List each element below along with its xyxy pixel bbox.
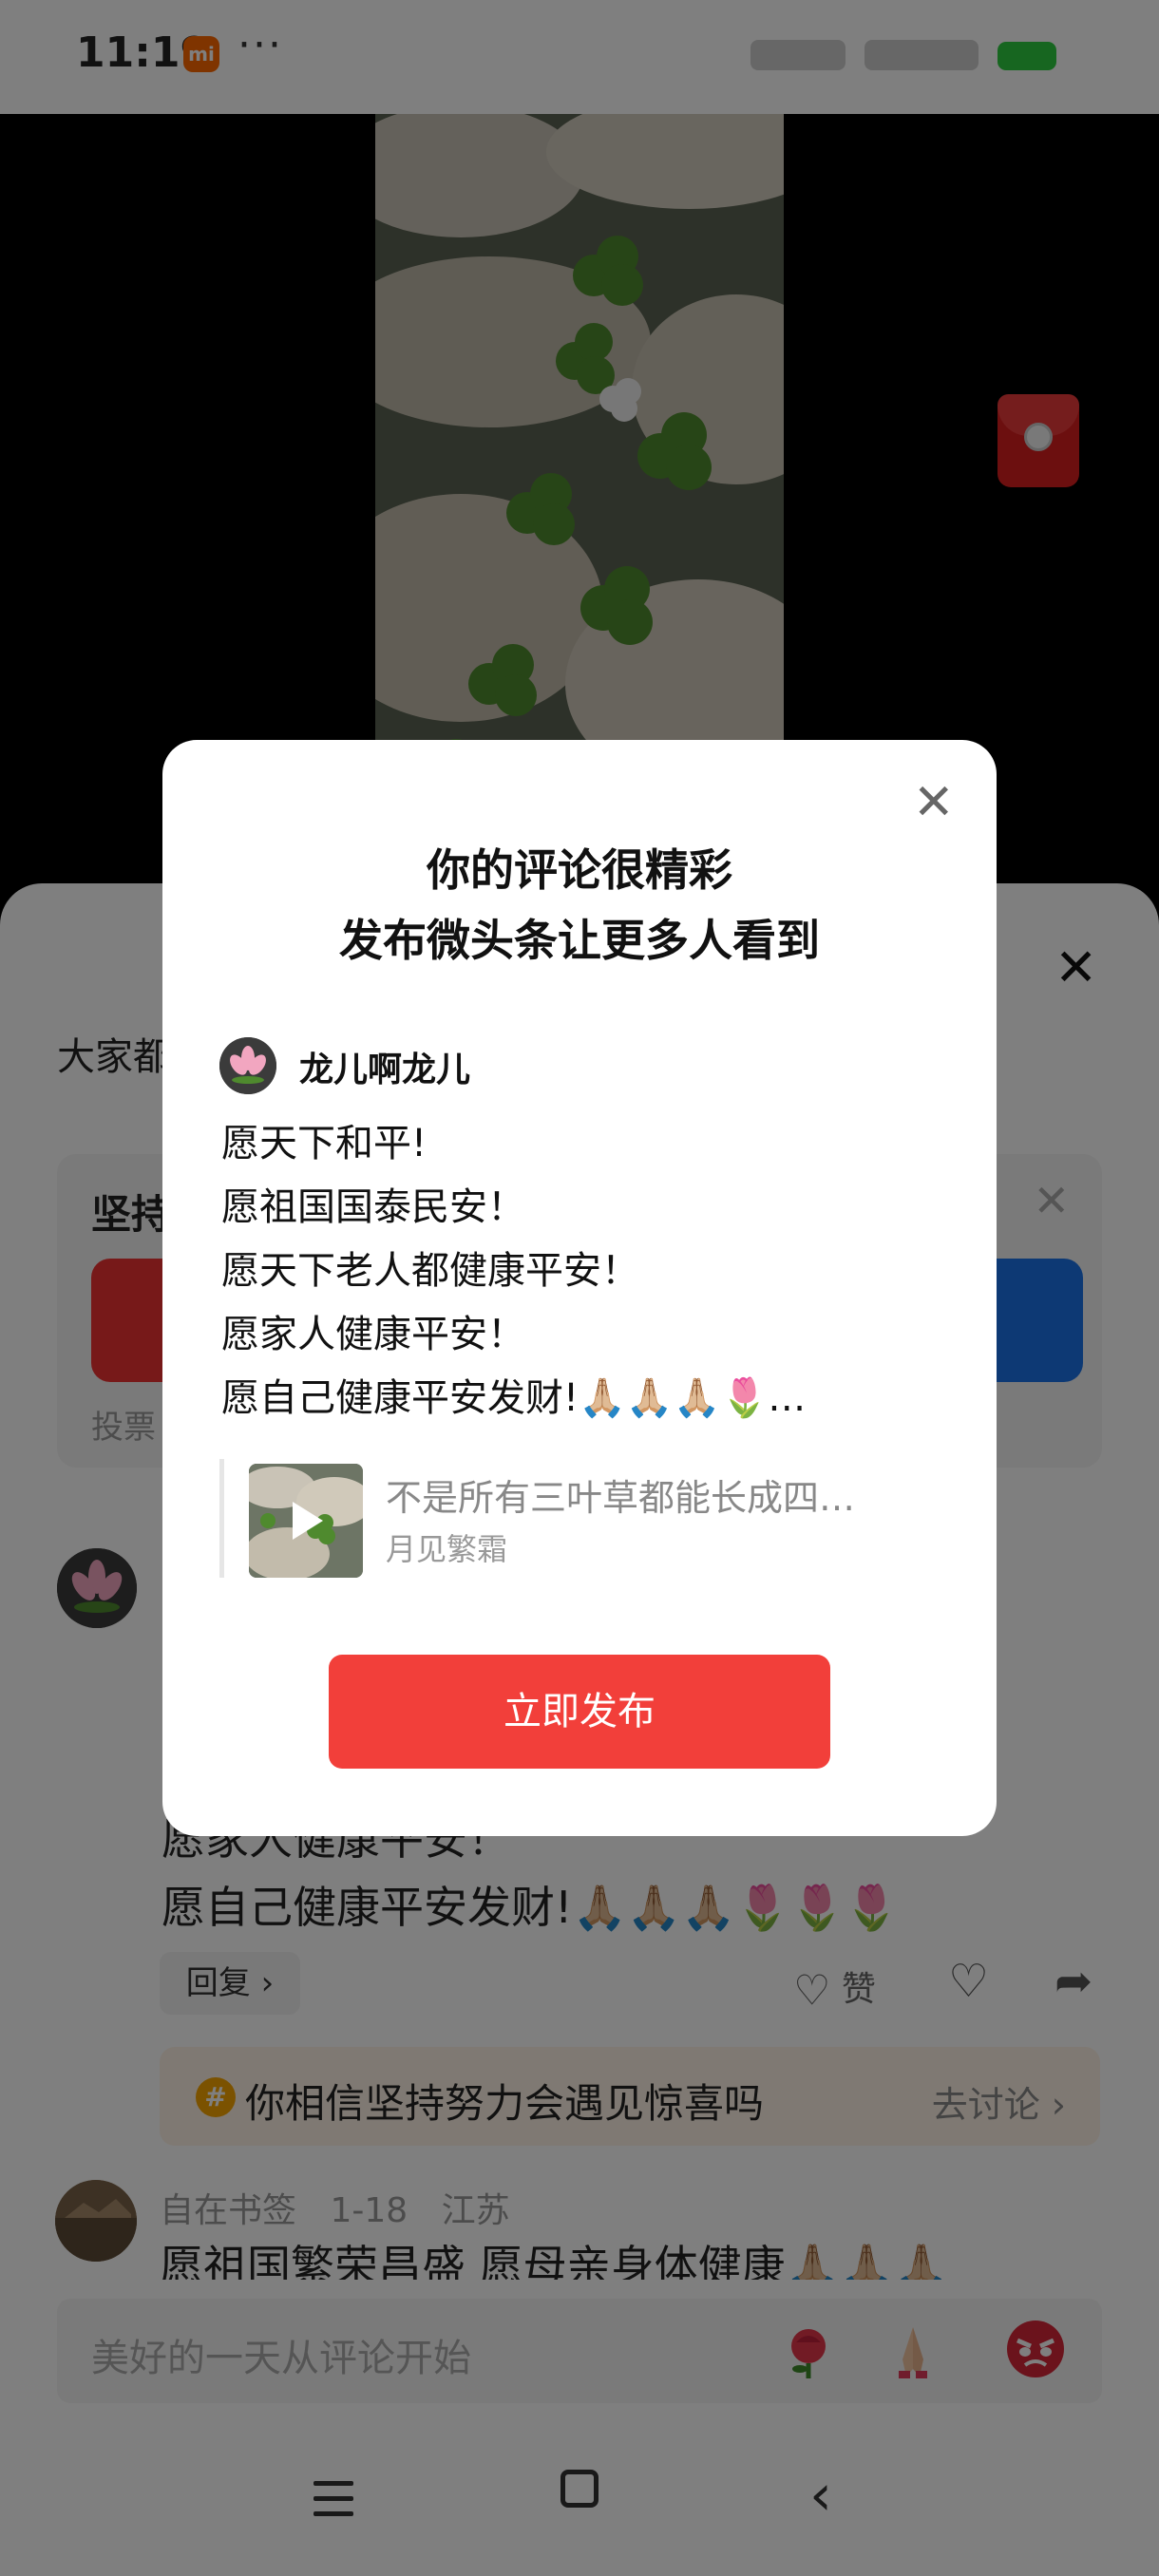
dialog-comment-line: 愿自己健康平安发财!🙏🏼🙏🏼🙏🏼🌷… xyxy=(221,1376,807,1420)
video-thumbnail xyxy=(249,1464,363,1578)
dialog-title: 你的评论很精彩 发布微头条让更多人看到 xyxy=(162,835,997,975)
dialog-title-line: 你的评论很精彩 xyxy=(427,844,732,896)
dialog-comment-line: 愿天下和平! xyxy=(221,1122,428,1165)
dialog-title-line: 发布微头条让更多人看到 xyxy=(339,915,820,966)
play-icon xyxy=(293,1502,323,1540)
dialog-username: 龙儿啊龙儿 xyxy=(299,1051,471,1089)
dialog-comment-line: 愿家人健康平安！ xyxy=(221,1313,525,1356)
close-icon[interactable]: ✕ xyxy=(913,778,955,827)
publish-button[interactable]: 立即发布 xyxy=(329,1655,830,1769)
dialog-comment-text: 愿天下和平! 愿祖国国泰民安！ 愿天下老人都健康平安！ 愿家人健康平安！ 愿自己… xyxy=(221,1112,806,1430)
quoted-video: 不是所有三叶草都能长成四… 月见繁霜 xyxy=(219,1459,941,1578)
dialog-comment-line: 愿天下老人都健康平安！ xyxy=(221,1249,639,1293)
quoted-video-title: 不是所有三叶草都能长成四… xyxy=(386,1477,856,1519)
publish-dialog: ✕ 你的评论很精彩 发布微头条让更多人看到 龙儿啊龙儿 愿天下和平! 愿祖国国泰… xyxy=(162,740,997,1836)
avatar xyxy=(219,1037,276,1094)
quoted-video-author: 月见繁霜 xyxy=(386,1531,508,1567)
dialog-comment-line: 愿祖国国泰民安！ xyxy=(221,1185,525,1229)
